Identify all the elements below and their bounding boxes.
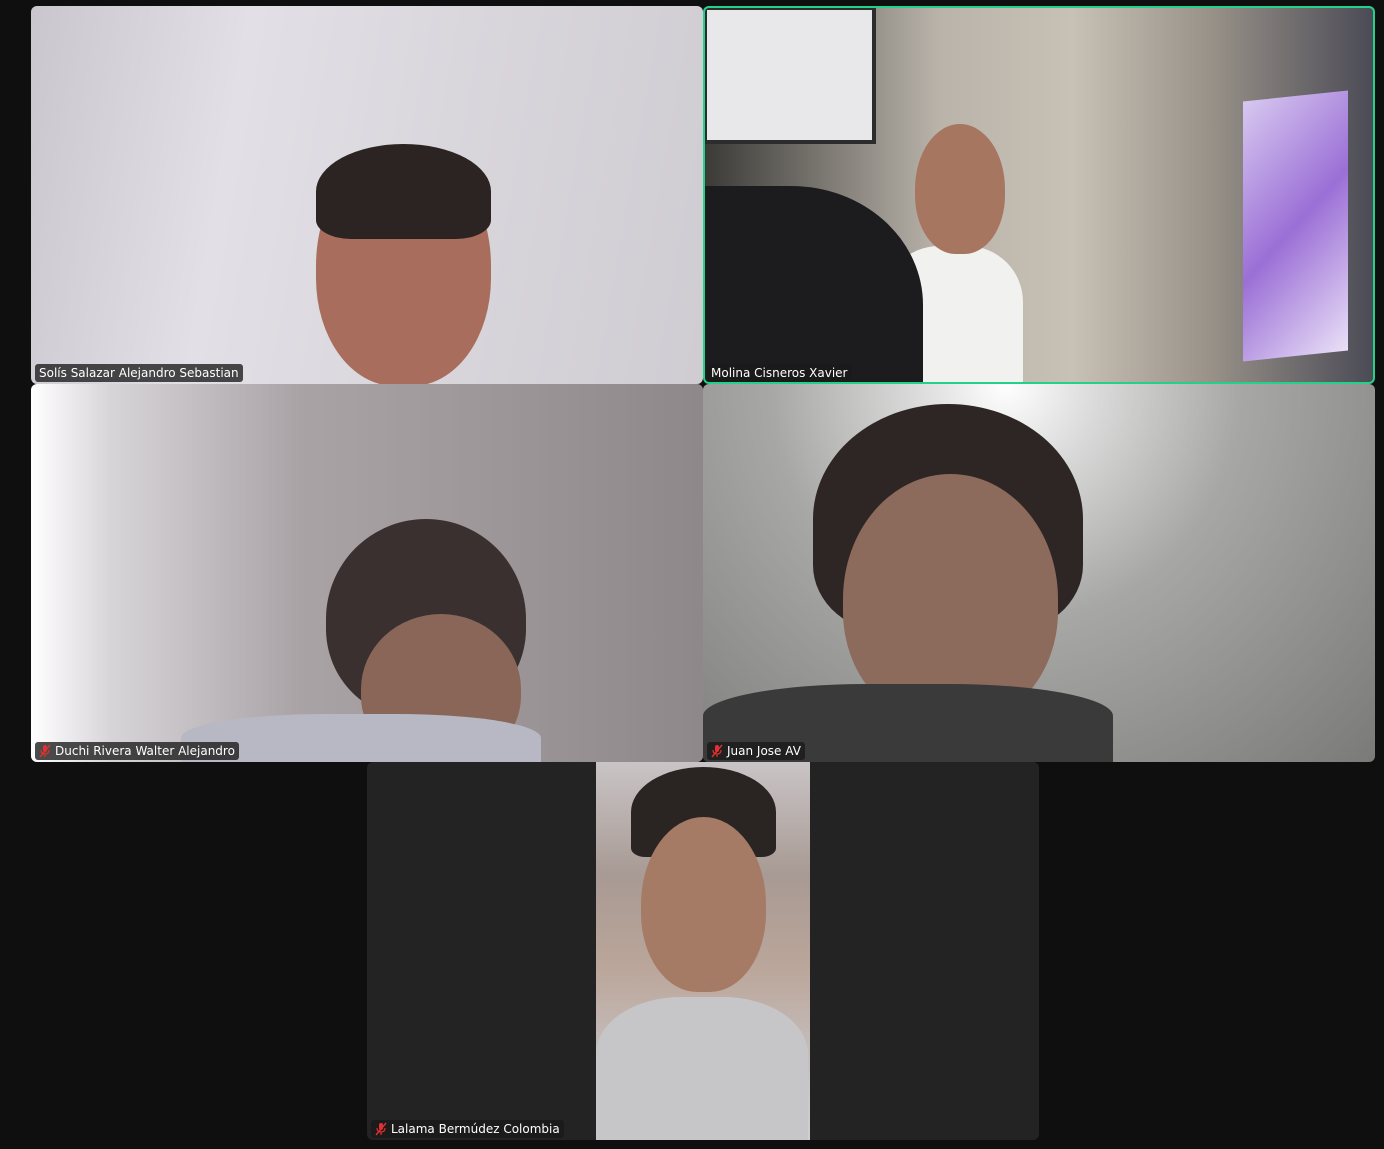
participant-name: Molina Cisneros Xavier — [711, 366, 848, 380]
participant-name: Solís Salazar Alejandro Sebastian — [39, 366, 239, 380]
participant-name: Duchi Rivera Walter Alejandro — [55, 744, 235, 758]
participant-name-tag: Juan Jose AV — [707, 742, 805, 760]
participant-video — [703, 384, 1375, 762]
participant-name-tag: Duchi Rivera Walter Alejandro — [35, 742, 239, 760]
participant-video — [703, 6, 1375, 384]
video-tile-participant-1[interactable]: Solís Salazar Alejandro Sebastian — [31, 6, 703, 384]
participant-video — [596, 762, 810, 1140]
participant-name-tag: Solís Salazar Alejandro Sebastian — [35, 364, 243, 382]
participant-name-tag: Lalama Bermúdez Colombia — [371, 1120, 564, 1138]
video-tile-participant-2[interactable]: Molina Cisneros Xavier — [703, 6, 1375, 384]
participant-video — [31, 384, 703, 762]
participant-name: Juan Jose AV — [727, 744, 801, 758]
mic-off-icon — [375, 1122, 387, 1136]
participant-video — [31, 6, 703, 384]
participant-name: Lalama Bermúdez Colombia — [391, 1122, 560, 1136]
mic-off-icon — [39, 744, 51, 758]
participant-name-tag: Molina Cisneros Xavier — [707, 364, 852, 382]
video-tile-participant-5[interactable]: Lalama Bermúdez Colombia — [367, 762, 1039, 1140]
video-tile-participant-3[interactable]: Duchi Rivera Walter Alejandro — [31, 384, 703, 762]
video-tile-participant-4[interactable]: Juan Jose AV — [703, 384, 1375, 762]
mic-off-icon — [711, 744, 723, 758]
